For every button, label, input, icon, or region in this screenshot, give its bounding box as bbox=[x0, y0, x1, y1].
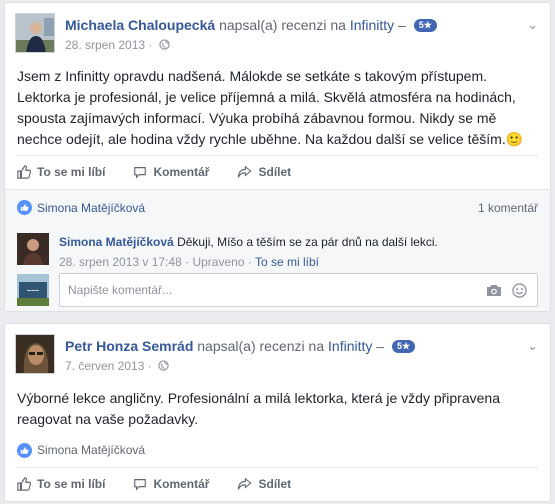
avatar[interactable] bbox=[15, 13, 55, 53]
review-verb: napsal(a) recenzi na bbox=[197, 338, 325, 354]
smile-emoji-icon: 🙂 bbox=[505, 131, 524, 147]
liker-name: Simona Matějíčková bbox=[37, 443, 146, 457]
svg-text:~~~: ~~~ bbox=[27, 288, 39, 295]
action-bar: To se mi líbí Komentář Sdílet bbox=[17, 467, 538, 499]
like-badge-icon bbox=[17, 442, 32, 458]
commenter-name[interactable]: Simona Matějíčková bbox=[59, 235, 174, 249]
emoji-icon[interactable] bbox=[512, 282, 527, 298]
share-label: Sdílet bbox=[258, 164, 292, 179]
page-link[interactable]: Infinitty bbox=[328, 338, 372, 354]
comment-button[interactable]: Komentář bbox=[133, 477, 209, 491]
review-text: Jsem z Infinitty opravdu nadšená. Málokd… bbox=[17, 68, 524, 147]
share-button[interactable]: Sdílet bbox=[237, 477, 291, 491]
avatar[interactable] bbox=[15, 334, 55, 374]
share-label: Sdílet bbox=[258, 476, 292, 491]
like-label: To se mi líbí bbox=[37, 476, 106, 491]
review-card: Petr Honza Semrád napsal(a) recenzi na I… bbox=[4, 323, 551, 502]
comment-button[interactable]: Komentář bbox=[133, 165, 209, 179]
likes-link[interactable]: Simona Matějíčková bbox=[17, 200, 145, 215]
camera-icon[interactable] bbox=[486, 283, 502, 297]
comment-text-line: Simona Matějíčková Děkuji, Míšo a těším … bbox=[59, 235, 438, 249]
author-link[interactable]: Michaela Chaloupecká bbox=[65, 17, 215, 33]
post-date[interactable]: 28. srpen 2013 · bbox=[65, 38, 152, 52]
author-link[interactable]: Petr Honza Semrád bbox=[65, 338, 193, 354]
review-card: Michaela Chaloupecká napsal(a) recenzi n… bbox=[4, 2, 551, 312]
share-icon bbox=[238, 165, 252, 178]
share-button[interactable]: Sdílet bbox=[237, 165, 291, 179]
comment-input[interactable] bbox=[68, 283, 486, 297]
rating-badge: 5★ bbox=[413, 19, 437, 32]
comment-label: Komentář bbox=[153, 476, 210, 491]
comment-date[interactable]: 28. srpen 2013 v 17:48 bbox=[59, 255, 182, 269]
comments-section: Simona Matějíčková Děkuji, Míšo a těším … bbox=[5, 225, 550, 311]
likes-summary: Simona Matějíčková 1 komentář bbox=[5, 189, 550, 225]
review-header: Michaela Chaloupecká napsal(a) recenzi n… bbox=[15, 13, 540, 57]
comment-icon bbox=[134, 166, 147, 179]
comment-item: Simona Matějíčková Děkuji, Míšo a těším … bbox=[17, 233, 538, 269]
title-dash: – bbox=[376, 338, 385, 354]
commenter-avatar[interactable] bbox=[17, 233, 49, 265]
like-label: To se mi líbí bbox=[37, 164, 106, 179]
review-title: Michaela Chaloupecká napsal(a) recenzi n… bbox=[65, 17, 437, 33]
thumbs-up-icon bbox=[17, 164, 31, 179]
action-bar: To se mi líbí Komentář Sdílet bbox=[17, 155, 538, 187]
comment-meta: 28. srpen 2013 v 17:48 · Upraveno · To s… bbox=[59, 255, 319, 269]
post-meta: 7. červen 2013 · bbox=[65, 359, 169, 373]
review-header: Petr Honza Semrád napsal(a) recenzi na I… bbox=[15, 334, 540, 378]
rating-badge: 5★ bbox=[391, 340, 416, 353]
like-badge-icon bbox=[17, 200, 32, 215]
liker-name: Simona Matějíčková bbox=[37, 200, 146, 215]
comment-composer: ~~~ bbox=[17, 273, 538, 307]
review-text: Výborné lekce angličny. Profesionální a … bbox=[17, 390, 500, 427]
comment-count[interactable]: 1 komentář bbox=[478, 201, 538, 215]
globe-icon bbox=[159, 39, 170, 50]
my-avatar: ~~~ bbox=[17, 274, 49, 306]
comment-like-link[interactable]: To se mi líbí bbox=[255, 255, 319, 269]
comment-label: Komentář bbox=[153, 164, 210, 179]
title-dash: – bbox=[398, 17, 406, 33]
chevron-down-icon[interactable]: ⌄ bbox=[527, 338, 538, 354]
review-verb: napsal(a) recenzi na bbox=[219, 17, 346, 33]
comment-box bbox=[59, 273, 538, 307]
globe-icon bbox=[158, 360, 169, 371]
chevron-down-icon[interactable]: ⌄ bbox=[527, 17, 538, 33]
edited-label[interactable]: Upraveno bbox=[192, 255, 244, 269]
page-link[interactable]: Infinitty bbox=[350, 17, 394, 33]
share-icon bbox=[238, 477, 252, 490]
review-title: Petr Honza Semrád napsal(a) recenzi na I… bbox=[65, 338, 416, 354]
likes-summary: Simona Matějíčková bbox=[5, 434, 550, 466]
like-button[interactable]: To se mi líbí bbox=[17, 477, 105, 491]
likes-link[interactable]: Simona Matějíčková bbox=[17, 442, 146, 458]
post-meta: 28. srpen 2013 · bbox=[65, 38, 170, 52]
thumbs-up-icon bbox=[17, 476, 31, 491]
comment-text: Děkuji, Míšo a těším se za pár dnů na da… bbox=[177, 235, 438, 249]
like-button[interactable]: To se mi líbí bbox=[17, 165, 105, 179]
comment-icon bbox=[134, 478, 147, 491]
post-date[interactable]: 7. červen 2013 · bbox=[65, 359, 152, 373]
